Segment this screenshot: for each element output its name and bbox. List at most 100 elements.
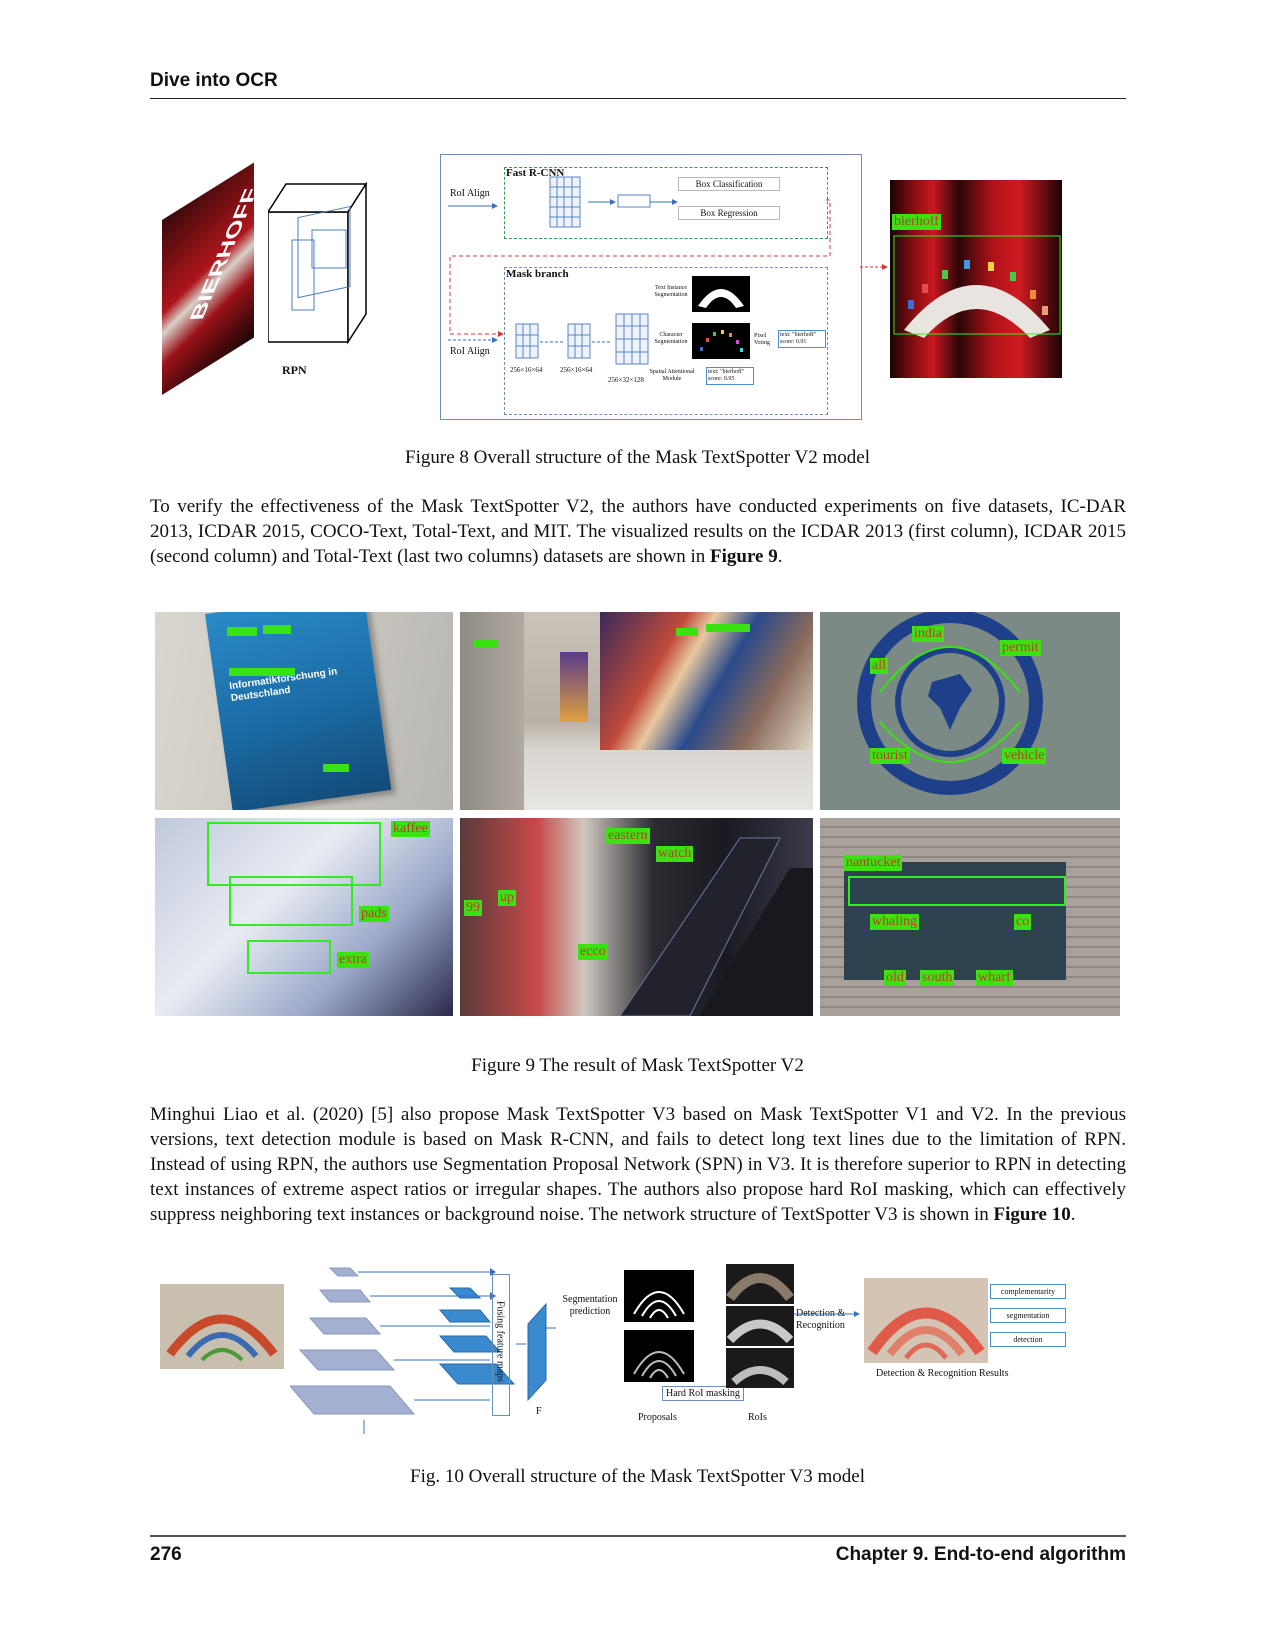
detection-box <box>676 628 698 636</box>
tag-vehicle: vehicle <box>1002 748 1047 764</box>
seg-prediction-label: Segmentation prediction <box>562 1294 618 1317</box>
tag-permit: permit <box>1000 640 1041 656</box>
roi-patch-2 <box>726 1306 794 1346</box>
output-photo-bierhoff: bierhoff <box>890 180 1062 378</box>
fpn-pyramid <box>290 1267 516 1434</box>
output-arrow <box>860 264 888 270</box>
detection-box <box>323 764 349 772</box>
rpn-block-diagram <box>268 182 368 345</box>
tag-tourist: tourist <box>870 748 910 764</box>
tag-up: up <box>498 890 516 906</box>
text-instance-mask <box>692 276 750 312</box>
box-classification: Box Classification <box>678 177 780 191</box>
mask-branch-label: Mask branch <box>506 268 569 280</box>
box-pads <box>229 876 353 926</box>
box-nantucket <box>848 876 1066 906</box>
segmentation-map <box>624 1270 694 1322</box>
tag-extra: extra <box>337 952 369 968</box>
tag-south: south <box>920 970 955 986</box>
result-word-3: detection <box>990 1332 1066 1347</box>
f-label: F <box>536 1406 542 1417</box>
running-header: Dive into OCR <box>150 70 278 91</box>
detection-box <box>474 640 498 648</box>
tag-kaffee: kaffee <box>391 821 430 837</box>
v3-output-curved-text <box>867 1307 985 1360</box>
paragraph-1-text: To verify the effectiveness of the Mask … <box>150 496 1126 567</box>
figure-9-reference[interactable]: Figure 9 <box>710 546 778 567</box>
detection-box <box>229 668 295 676</box>
input-photo-bierhoff: BIERHOFF <box>162 162 254 395</box>
box-extra <box>247 940 331 974</box>
rpn-label: RPN <box>282 363 307 377</box>
book-cover: Informatikforschung in Deutschland <box>205 612 392 810</box>
proposals-map <box>624 1330 694 1382</box>
figure-10-reference[interactable]: Figure 10 <box>994 1204 1071 1225</box>
result-photo-escalator: eastern watch up 99 ecco <box>460 818 813 1016</box>
mask-branch-feature-grids <box>515 313 649 365</box>
result-photo-book: Informatikforschung in Deutschland <box>155 612 453 810</box>
proposals-label: Proposals <box>638 1412 677 1423</box>
tag-old: old <box>884 970 906 986</box>
result-photo-kaffee-pads: kaffee pads extra <box>155 818 453 1016</box>
figure-9-caption: Figure 9 The result of Mask TextSpotter … <box>471 1055 804 1076</box>
dim-label-3: 256×32×128 <box>608 376 644 384</box>
paragraph-1: To verify the effectiveness of the Mask … <box>150 494 1126 569</box>
india-sign-graphic <box>857 612 1043 795</box>
det-rec-arrow <box>794 1311 860 1317</box>
roi-patch-3 <box>726 1348 794 1388</box>
spatial-attention-label: Spatial Attentional Module <box>649 369 695 382</box>
chapter-title: Chapter 9. End-to-end algorithm <box>835 1544 1126 1565</box>
dim-label-1: 256×16×64 <box>510 366 543 374</box>
character-mask <box>692 323 750 359</box>
result-box-1: text: "bierhoff" score: 0.91 <box>778 330 826 348</box>
output-recognition-tag: bierhoff <box>892 214 941 230</box>
detection-box <box>263 625 291 634</box>
result-photo-mall-mural <box>460 612 813 810</box>
paragraph-2: Minghui Liao et al. (2020) [5] also prop… <box>150 1102 1126 1227</box>
tag-india: india <box>912 626 944 642</box>
char-seg-label: Character Segmentation <box>654 332 688 345</box>
f-feature-map <box>516 1302 556 1402</box>
tag-watch: watch <box>656 846 694 862</box>
result-photo-india-sign: india permit all tourist vehicle <box>820 612 1120 810</box>
poster <box>560 652 588 722</box>
detection-box <box>706 624 750 632</box>
figure-10-caption: Fig. 10 Overall structure of the Mask Te… <box>410 1466 865 1487</box>
result-word-2: segmentation <box>990 1308 1066 1323</box>
figure-8-caption: Figure 8 Overall structure of the Mask T… <box>405 447 870 468</box>
escalator-graphic <box>619 837 813 1016</box>
tag-nantucket: nantucket <box>844 855 903 871</box>
result-word-1: complementarity <box>990 1284 1066 1299</box>
figure-10: Fusing feature maps F Segmentation predi… <box>150 1264 1126 1444</box>
fusing-label: Fusing feature maps <box>494 1300 506 1383</box>
roi-align-label-bottom: RoI Align <box>450 346 490 357</box>
tag-wharf: wharf <box>976 970 1013 986</box>
hard-roi-masking: Hard RoI masking <box>662 1386 744 1401</box>
text-instance-seg-label: Text Instance Segmentation <box>654 285 688 298</box>
dim-label-2: 256×16×64 <box>560 366 593 374</box>
paragraph-1-end: . <box>777 546 783 567</box>
paragraph-2-end: . <box>1070 1204 1076 1225</box>
paragraph-2-text: Minghui Liao et al. (2020) [5] also prop… <box>150 1104 1126 1225</box>
v3-output-image <box>864 1278 988 1363</box>
output-text-arc <box>893 235 1061 338</box>
figure-8: BIERHOFF RPN RoI Align Fast R-CNN Box Cl… <box>150 150 1126 440</box>
tag-whaling: whaling <box>870 914 920 930</box>
tag-pads: pads <box>359 906 389 922</box>
tag-all: all <box>870 658 888 674</box>
v3-input-curved-text <box>166 1314 278 1362</box>
v3-input-image <box>160 1284 284 1369</box>
mural <box>600 612 813 750</box>
detection-box <box>227 627 257 636</box>
tag-co: co <box>1014 914 1032 930</box>
result-photo-nantucket-sign: nantucket whaling co old south wharf <box>820 818 1120 1016</box>
tag-ecco: ecco <box>578 944 608 960</box>
footer-divider <box>150 1535 1126 1537</box>
rois-label: RoIs <box>748 1412 767 1423</box>
page-number: 276 <box>150 1544 182 1565</box>
input-photo-text: BIERHOFF <box>184 187 254 321</box>
result-box-2: text: "bierhoff" score: 0.95 <box>706 367 754 385</box>
pixel-voting-label: Pixel Voting <box>754 333 770 346</box>
results-label: Detection & Recognition Results <box>876 1368 1009 1379</box>
header-divider <box>150 98 1126 99</box>
